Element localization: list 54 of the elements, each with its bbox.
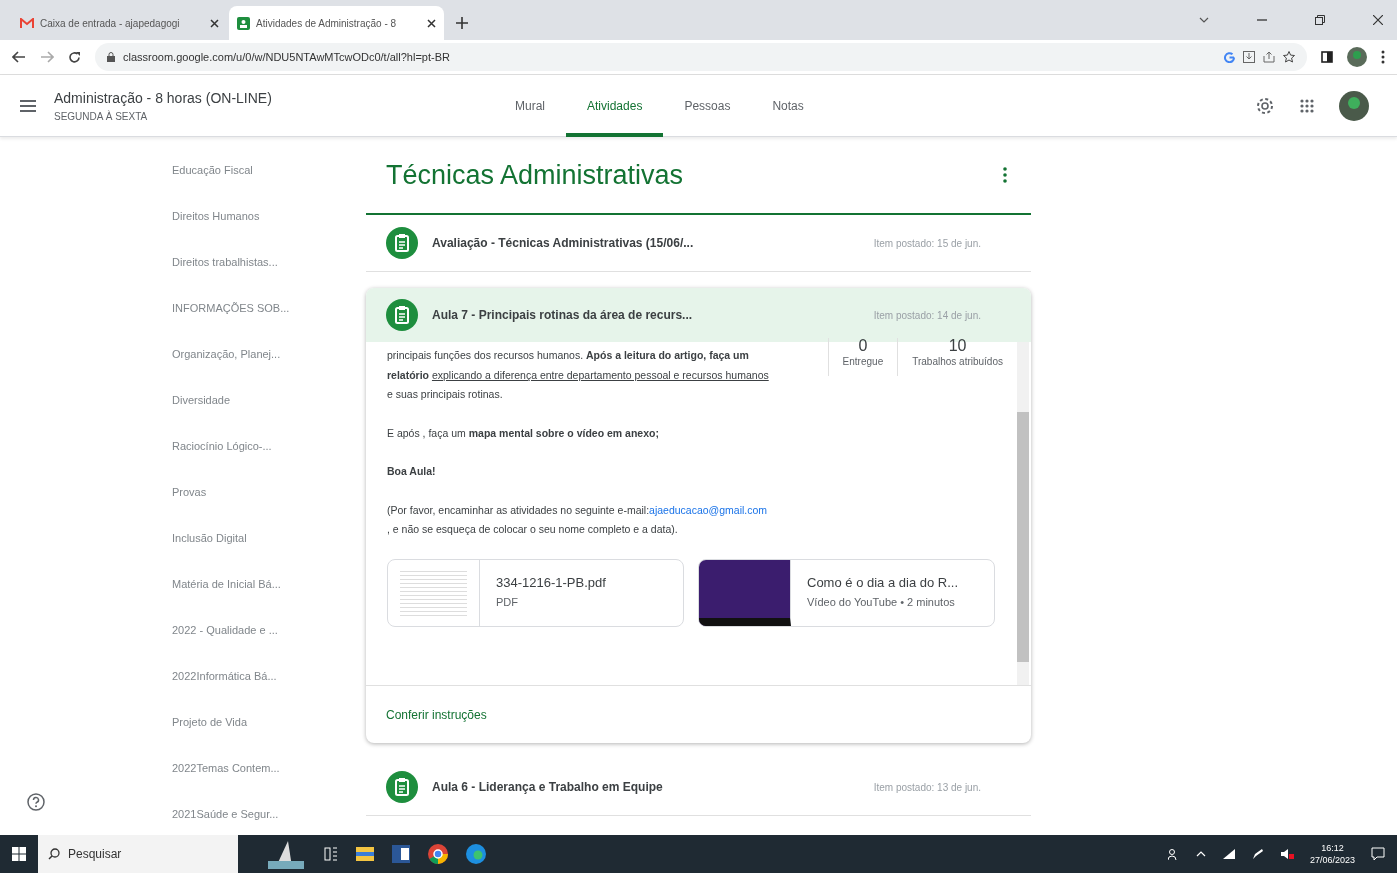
sidebar-item[interactable]: 2021Saúde e Segur...	[172, 791, 366, 835]
class-tab[interactable]: Mural	[494, 74, 566, 137]
assignment-title: Avaliação - Técnicas Administrativas (15/06/...	[432, 235, 695, 252]
class-tab[interactable]: Pessoas	[663, 74, 752, 137]
address-bar[interactable]: classroom.google.com/u/0/w/NDU5NTAwMTcwODc0/t/all?hl=pt-BR	[95, 43, 1307, 71]
tab-title: Atividades de Administração - 8	[256, 16, 398, 31]
posted-date: Item postado: 13 de jun.	[873, 780, 981, 795]
sidebar-item[interactable]: Diversidade	[172, 377, 366, 423]
description-text: E após , faça um mapa mental sobre o vídeo em anexo;	[387, 425, 660, 441]
description-text: (Por favor, encaminhar as atividades no seguinte e-mail:ajaeducacao@gmail.com , e não se esqueça de colocar o seu nome completo e a data).	[387, 502, 769, 537]
browser-tab[interactable]: Atividades de Administração - 8	[229, 6, 444, 40]
clock-time: 16:12	[1320, 842, 1345, 854]
attachment-meta: Vídeo do YouTube • 2 minutos	[807, 594, 956, 610]
description-text: principais funções dos recursos humanos. Após a leitura do artigo, faça um relatório explicando a diferença entre departamento pessoal e recursos humanos e suas principais rotinas.	[387, 348, 770, 402]
stat-label: Trabalhos atribuídos	[912, 355, 1003, 369]
search-label: Pesquisar	[68, 846, 122, 863]
sidebar-item[interactable]: Direitos Humanos	[172, 193, 366, 239]
browser-tab[interactable]: Caixa de entrada - ajapedagogi	[12, 6, 227, 40]
posted-date: Item postado: 15 de jun.	[873, 236, 981, 251]
posted-date: Item postado: 14 de jun.	[873, 308, 981, 323]
attachment-card[interactable]: Como é o dia a dia do R... Vídeo do YouTube • 2 minutos	[698, 558, 995, 627]
class-tab[interactable]: Atividades	[566, 74, 664, 137]
attachment-title: Como é o dia a dia do R...	[807, 574, 959, 592]
sidebar-item[interactable]: Raciocínio Lógico-...	[172, 423, 366, 469]
sidebar-item[interactable]: 2022Informática Bá...	[172, 653, 366, 699]
sidebar-item[interactable]: Organização, Planej...	[172, 331, 366, 377]
assignment-row[interactable]: Aula 6 - Liderança e Trabalho em Equipe Item postado: 13 de jun.	[366, 759, 1031, 816]
sidebar-item[interactable]: Provas	[172, 469, 366, 515]
class-subtitle: SEGUNDA À SEXTA	[54, 109, 149, 124]
sidebar-item[interactable]: 2022 - Qualidade e ...	[172, 607, 366, 653]
email-link[interactable]: ajaeducacao@gmail.com	[649, 503, 768, 516]
sidebar-item[interactable]: Matéria de Inicial Bá...	[172, 561, 366, 607]
sidebar-item[interactable]: Direitos trabalhistas...	[172, 239, 366, 285]
attachment-meta: PDF	[496, 594, 519, 610]
class-title: Administração - 8 horas (ON-LINE)	[54, 88, 273, 108]
assignment-row[interactable]: Avaliação - Técnicas Administrativas (15/06/... Item postado: 15 de jun.	[366, 215, 1031, 272]
sidebar-item[interactable]: Educação Fiscal	[172, 147, 366, 193]
clock-date: 27/06/2023	[1309, 854, 1355, 866]
sidebar-item[interactable]: Inclusão Digital	[172, 515, 366, 561]
stat-label: Entregue	[842, 355, 884, 369]
view-instructions-link[interactable]: Conferir instruções	[386, 705, 487, 724]
sidebar-item[interactable]: INFORMAÇÕES SOB...	[172, 285, 366, 331]
topic-title: Técnicas Administrativas	[386, 158, 684, 192]
url-text: classroom.google.com/u/0/w/NDU5NTAwMTcwODc0/t/all?hl=pt-BR	[123, 49, 451, 65]
taskbar-search[interactable]: Pesquisar	[38, 835, 238, 873]
assignment-title: Aula 7 - Principais rotinas da área de recurs...	[432, 307, 694, 324]
description-text: Boa Aula!	[387, 464, 437, 479]
sidebar-item[interactable]: Projeto de Vida	[172, 699, 366, 745]
sidebar-item[interactable]: 2022Temas Contem...	[172, 745, 366, 791]
tab-title: Caixa de entrada - ajapedagogi	[40, 16, 181, 31]
class-tab[interactable]: Notas	[751, 74, 825, 137]
assignment-title: Aula 6 - Liderança e Trabalho em Equipe	[432, 779, 664, 796]
attachment-title: 334-1216-1-PB.pdf	[496, 574, 606, 592]
attachment-card[interactable]: 334-1216-1-PB.pdf PDF	[387, 558, 684, 627]
